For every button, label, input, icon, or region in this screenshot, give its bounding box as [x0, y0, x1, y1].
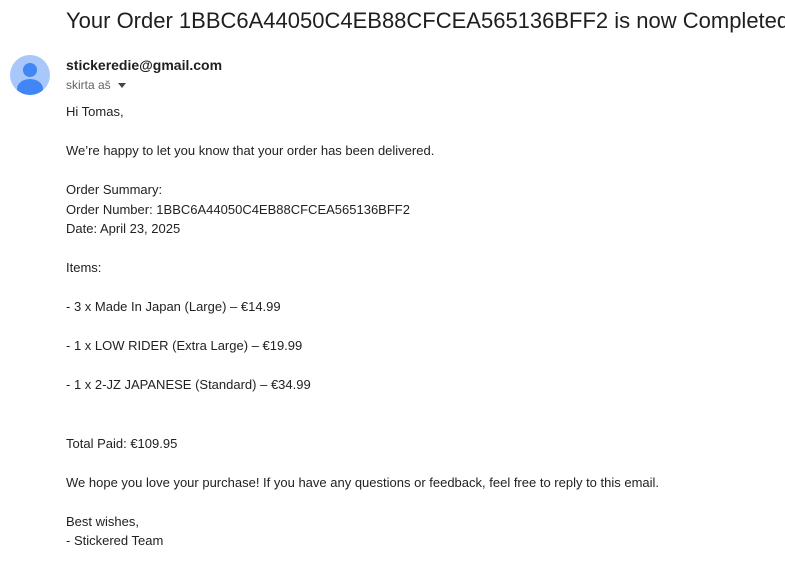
signoff: Best wishes, [66, 514, 139, 529]
person-icon [17, 63, 43, 95]
greeting: Hi Tomas, [66, 104, 124, 119]
list-item: - 3 x Made In Japan (Large) – €14.99 [66, 299, 281, 314]
items-heading: Items: [66, 260, 102, 275]
summary-heading: Order Summary: [66, 182, 163, 197]
sender-email[interactable]: stickeredie@gmail.com [66, 56, 222, 74]
email-subject: Your Order 1BBC6A44050C4EB88CFCEA565136B… [66, 8, 785, 33]
signature: - Stickered Team [66, 533, 164, 548]
order-number: Order Number: 1BBC6A44050C4EB88CFCEA5651… [66, 202, 410, 217]
recipient-details-toggle[interactable]: skirta aš [66, 77, 126, 93]
recipient-label: skirta aš [66, 78, 111, 92]
sender-avatar[interactable] [10, 55, 50, 95]
list-item: - 1 x 2-JZ JAPANESE (Standard) – €34.99 [66, 377, 311, 392]
order-date: Date: April 23, 2025 [66, 221, 181, 236]
chevron-down-icon [117, 83, 126, 88]
list-item: - 1 x LOW RIDER (Extra Large) – €19.99 [66, 338, 303, 353]
closing-text: We hope you love your purchase! If you h… [66, 475, 660, 490]
intro-text: We’re happy to let you know that your or… [66, 143, 435, 158]
total-paid: Total Paid: €109.95 [66, 436, 178, 451]
